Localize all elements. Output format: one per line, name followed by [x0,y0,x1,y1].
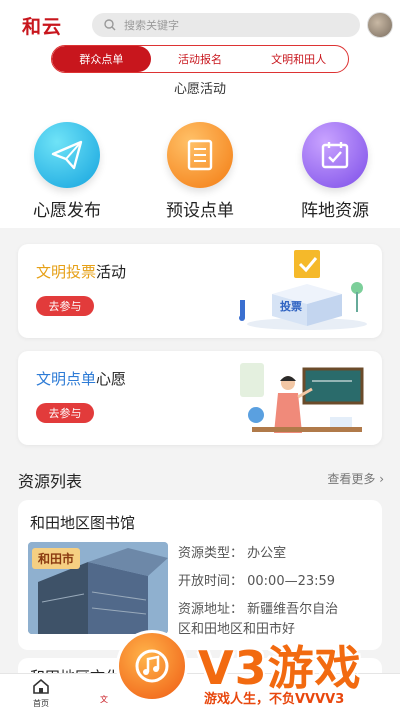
nav-home[interactable]: 首页 [26,678,56,709]
resource-name: 和田地区图书馆 [30,514,136,532]
resource-hours: 开放时间： 00:00—23:59 [178,574,336,589]
resource-list-heading: 资源列表 [18,472,83,491]
feature-preset-order[interactable]: 预设点单 [145,122,255,221]
section-title: 心愿活动 [173,82,226,97]
join-button[interactable]: 去参与 [36,403,94,423]
see-more-link[interactable]: 查看更多 › [327,470,384,487]
category-tabs: 群众点单 活动报名 文明和田人 [51,45,349,73]
watermark: V3游戏 游戏人生，不负VVVV3 [112,622,400,711]
tab-crowd-order[interactable]: 群众点单 [52,46,151,72]
location-tag: 和田市 [32,548,81,569]
calendar-check-icon [302,122,368,188]
card-title: 文明点单心愿 [36,370,127,388]
tab-activity-signup[interactable]: 活动报名 [151,46,250,72]
home-icon [33,678,49,694]
civilized-vote-card[interactable]: 文明投票活动 去参与 投票 [18,244,382,338]
feature-grid: 心愿发布 预设点单 阵地资源 [0,100,400,228]
feature-venue-resources[interactable]: 阵地资源 [280,122,390,221]
civilized-order-card[interactable]: 文明点单心愿 去参与 [18,351,382,445]
teacher-illustration [240,363,364,433]
app-logo: 和云 [22,16,63,38]
tab-civilized-hotan[interactable]: 文明和田人 [249,46,348,72]
feature-wish-publish[interactable]: 心愿发布 [12,122,122,221]
avatar[interactable] [367,12,393,38]
search-input[interactable]: 搜索关键字 [92,13,360,37]
resource-address: 资源地址： 新疆维吾尔自治 [178,602,339,617]
feature-label: 预设点单 [166,201,234,221]
resource-photo: 和田市 [28,542,168,634]
feature-label: 阵地资源 [301,201,369,221]
resource-type: 资源类型： 办公室 [178,546,287,561]
svg-text:投票: 投票 [280,299,302,313]
search-icon [104,19,116,31]
search-placeholder: 搜索关键字 [124,19,179,32]
watermark-slogan: 游戏人生，不负VVVV3 [204,692,345,707]
nav-civilized[interactable]: 文 [100,694,108,705]
join-button[interactable]: 去参与 [36,296,94,316]
vote-box-illustration: 投票 [239,250,367,330]
list-document-icon [167,122,233,188]
top-header: 和云 搜索关键字 群众点单 活动报名 文明和田人 心愿活动 [0,0,400,100]
music-disc-icon [116,630,188,702]
paper-plane-icon [34,122,100,188]
card-title: 文明投票活动 [36,263,127,281]
feature-label: 心愿发布 [33,201,101,221]
